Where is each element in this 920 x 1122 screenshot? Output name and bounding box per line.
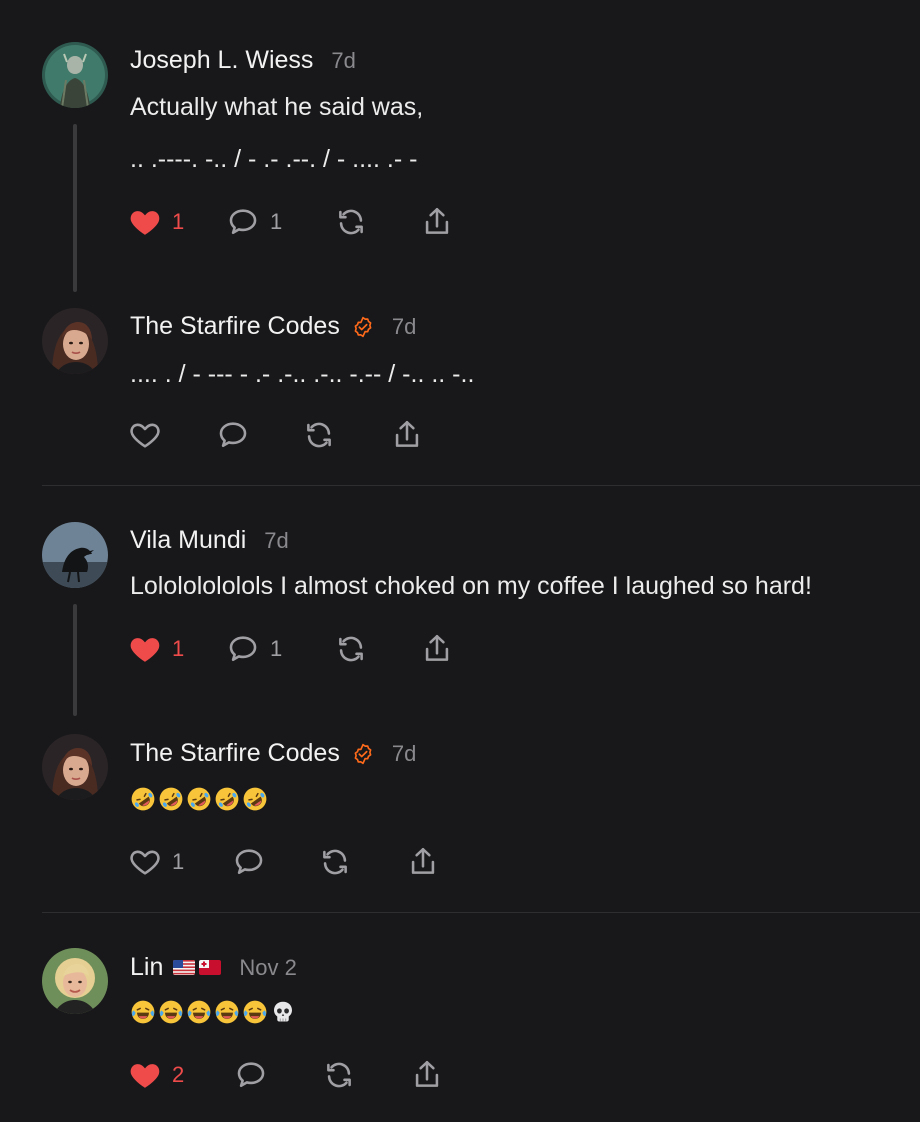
repost-icon	[318, 845, 352, 879]
repost-icon	[322, 1058, 356, 1092]
tears-of-joy-icon	[158, 999, 184, 1025]
reply-button[interactable]	[234, 1058, 268, 1092]
share-button[interactable]	[390, 418, 424, 452]
comment-text: Actually what he said was,	[130, 93, 424, 121]
heart-filled-icon	[128, 1058, 162, 1092]
comment-bubble-icon	[226, 205, 260, 239]
like-button[interactable]: 1	[128, 205, 184, 239]
rolling-on-floor-laughing-icon	[130, 786, 156, 812]
repost-icon	[334, 205, 368, 239]
repost-icon	[302, 418, 336, 452]
share-button[interactable]	[420, 205, 454, 239]
timestamp[interactable]: Nov 2	[239, 955, 296, 981]
us-flag-icon	[173, 960, 196, 975]
author-name[interactable]: Joseph L. Wiess	[130, 46, 313, 75]
heart-filled-icon	[128, 205, 162, 239]
share-icon	[420, 632, 454, 666]
thread-divider	[42, 485, 920, 486]
timestamp[interactable]: 7d	[264, 528, 288, 554]
reply-button[interactable]	[232, 845, 266, 879]
like-count: 1	[172, 209, 185, 234]
avatar[interactable]	[42, 522, 108, 588]
thread-line	[73, 124, 77, 292]
like-button[interactable]: 2	[128, 1058, 184, 1092]
like-button[interactable]	[128, 418, 162, 452]
share-icon	[410, 1058, 444, 1092]
comment-text: .... . / - --- - .- .-.. .-.. -.-- / -..…	[130, 360, 475, 388]
reply-button[interactable]: 1	[226, 205, 282, 239]
comment-text: .. .----. -.. / - .- .--. / - .... .- -	[130, 145, 418, 173]
comment-emoji-row	[130, 999, 296, 1025]
tears-of-joy-icon	[186, 999, 212, 1025]
share-button[interactable]	[406, 845, 440, 879]
tears-of-joy-icon	[130, 999, 156, 1025]
timestamp[interactable]: 7d	[392, 314, 416, 340]
tears-of-joy-icon	[214, 999, 240, 1025]
rolling-on-floor-laughing-icon	[186, 786, 212, 812]
comment-bubble-icon	[226, 632, 260, 666]
share-button[interactable]	[420, 632, 454, 666]
author-name[interactable]: The Starfire Codes	[130, 739, 340, 768]
like-count: 1	[172, 636, 185, 661]
avatar[interactable]	[42, 42, 108, 108]
repost-button[interactable]	[318, 845, 352, 879]
comment-header: Vila Mundi 7d	[130, 526, 289, 555]
comment-header: The Starfire Codes 7d	[130, 739, 416, 768]
avatar[interactable]	[42, 308, 108, 374]
avatar[interactable]	[42, 734, 108, 800]
avatar[interactable]	[42, 948, 108, 1014]
verified-badge-icon	[352, 316, 374, 338]
share-button[interactable]	[410, 1058, 444, 1092]
thread-line	[73, 604, 77, 716]
reply-button[interactable]: 1	[226, 632, 282, 666]
reply-count: 1	[270, 636, 283, 661]
rolling-on-floor-laughing-icon	[158, 786, 184, 812]
author-name[interactable]: Vila Mundi	[130, 526, 246, 555]
repost-button[interactable]	[334, 205, 368, 239]
skull-icon	[270, 999, 296, 1025]
share-icon	[390, 418, 424, 452]
heart-outline-icon	[128, 418, 162, 452]
comment-bubble-icon	[232, 845, 266, 879]
comment-text: Lolololololols I almost choked on my cof…	[130, 572, 812, 600]
repost-button[interactable]	[334, 632, 368, 666]
repost-button[interactable]	[322, 1058, 356, 1092]
comment-bubble-icon	[234, 1058, 268, 1092]
rolling-on-floor-laughing-icon	[214, 786, 240, 812]
like-button[interactable]: 1	[128, 632, 184, 666]
share-icon	[420, 205, 454, 239]
author-name[interactable]: Lin	[130, 953, 163, 982]
comment-emoji-row	[130, 786, 268, 812]
timestamp[interactable]: 7d	[392, 741, 416, 767]
thread-divider	[42, 912, 920, 913]
flags	[173, 960, 222, 975]
share-icon	[406, 845, 440, 879]
author-name[interactable]: The Starfire Codes	[130, 312, 340, 341]
reply-button[interactable]	[216, 418, 250, 452]
repost-button[interactable]	[302, 418, 336, 452]
comment-header: Joseph L. Wiess 7d	[130, 46, 356, 75]
heart-outline-icon	[128, 845, 162, 879]
reply-count: 1	[270, 209, 283, 234]
comment-bubble-icon	[216, 418, 250, 452]
comment-header: Lin Nov 2	[130, 953, 297, 982]
heart-filled-icon	[128, 632, 162, 666]
like-button[interactable]: 1	[128, 845, 184, 879]
comment-header: The Starfire Codes 7d	[130, 312, 416, 341]
tonga-flag-icon	[199, 960, 222, 975]
rolling-on-floor-laughing-icon	[242, 786, 268, 812]
repost-icon	[334, 632, 368, 666]
timestamp[interactable]: 7d	[331, 48, 355, 74]
like-count: 2	[172, 1062, 185, 1087]
tears-of-joy-icon	[242, 999, 268, 1025]
verified-badge-icon	[352, 743, 374, 765]
like-count: 1	[172, 849, 185, 874]
